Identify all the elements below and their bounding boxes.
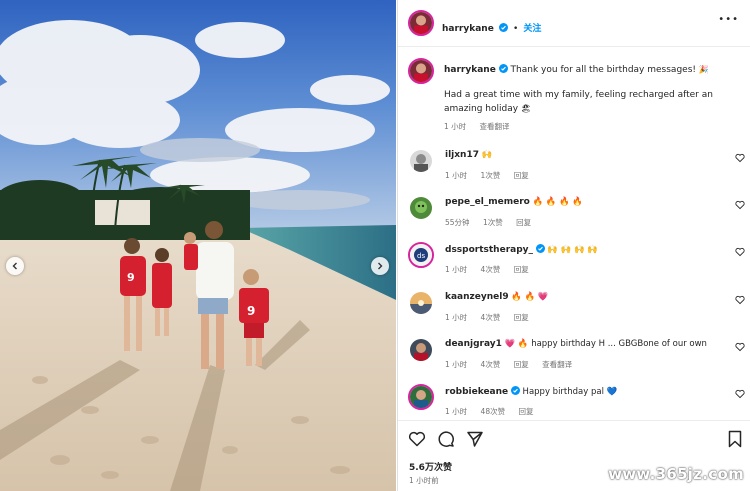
heart-icon <box>408 431 426 447</box>
commenter-avatar[interactable]: ds <box>408 242 434 268</box>
carousel-prev-button[interactable] <box>6 257 24 275</box>
comment-time: 1 小时 <box>445 407 468 416</box>
beach-family-photo: 9 9 <box>0 0 396 491</box>
chevron-left-icon <box>12 262 17 270</box>
comment-text: 🔥 🔥 💗 <box>511 292 549 302</box>
commenter-avatar[interactable] <box>410 339 432 361</box>
author-username[interactable]: harrykane <box>442 24 494 34</box>
post-details-panel: harrykane • 关注 ••• harrykane Thank you f… <box>397 0 750 491</box>
comment-time: 1 小时 <box>445 265 468 274</box>
comment-text: 🙌 <box>481 150 493 160</box>
comment-likes[interactable]: 4次赞 <box>481 265 501 274</box>
comment-heart-icon[interactable] <box>735 389 745 399</box>
commenter-username[interactable]: iljxn17 <box>445 150 479 160</box>
post-photo: 9 9 <box>0 0 396 491</box>
author-avatar[interactable] <box>408 10 434 36</box>
caption-line1: Thank you for all the birthday messages! <box>510 65 696 75</box>
comment-likes[interactable]: 4次赞 <box>481 313 501 322</box>
comment-time: 55分钟 <box>445 218 470 227</box>
comment-reply-button[interactable]: 回复 <box>514 265 529 274</box>
comment-reply-button[interactable]: 回复 <box>514 360 529 369</box>
commenter-avatar[interactable] <box>410 197 432 219</box>
comment-text: 🔥 🔥 🔥 🔥 <box>532 197 584 207</box>
svg-text:ds: ds <box>417 252 425 260</box>
commenter-username[interactable]: pepe_el_memero <box>445 197 530 207</box>
comment-heart-icon[interactable] <box>735 247 745 257</box>
post-header: harrykane • 关注 ••• <box>398 0 750 47</box>
comment-reply-button[interactable]: 回复 <box>516 218 531 227</box>
share-icon <box>467 431 483 447</box>
comment-icon <box>438 431 454 447</box>
comment-likes[interactable]: 48次赞 <box>481 407 506 416</box>
comment-heart-icon[interactable] <box>735 295 745 305</box>
post-time: 1 小时前 <box>409 476 439 485</box>
caption-line2: Had a great time with my family, feeling… <box>444 90 713 114</box>
commenter-username[interactable]: kaanzeynel9 <box>445 292 509 302</box>
verified-badge-icon <box>535 244 545 253</box>
comment-time: 1 小时 <box>445 171 468 180</box>
comment-item: pepe_el_memero 🔥 🔥 🔥 🔥 55分钟 1次赞 回复 <box>398 197 750 237</box>
comment-time: 1 小时 <box>445 360 468 369</box>
comment-likes[interactable]: 1次赞 <box>481 171 501 180</box>
comment-text: 💗 🔥 happy birthday H ... GBGBone of our … <box>504 339 707 349</box>
comment-button[interactable] <box>437 430 455 448</box>
comment-item: robbiekeane Happy birthday pal 💙 1 小时 48… <box>398 384 750 420</box>
like-button[interactable] <box>408 430 426 448</box>
comment-item: iljxn17 🙌 1 小时 1次赞 回复 <box>398 150 750 190</box>
comment-text: Happy birthday pal 💙 <box>522 387 618 397</box>
commenter-avatar[interactable] <box>410 150 432 172</box>
party-emoji: 🎉 <box>698 65 709 74</box>
comment-likes[interactable]: 4次赞 <box>481 360 501 369</box>
comment-item: ds dssportstherapy_ 🙌 🙌 🙌 🙌 1 小时 4次赞 回复 <box>398 242 750 284</box>
likes-count[interactable]: 5.6万次赞 <box>409 460 452 473</box>
comment-heart-icon[interactable] <box>735 342 745 352</box>
comment-reply-button[interactable]: 回复 <box>514 313 529 322</box>
save-button[interactable] <box>727 430 743 448</box>
commenter-avatar[interactable] <box>408 384 434 410</box>
svg-text:9: 9 <box>247 304 255 318</box>
svg-text:9: 9 <box>127 271 135 284</box>
caption-username[interactable]: harrykane <box>444 65 496 75</box>
commenter-username[interactable]: dssportstherapy_ <box>445 245 533 255</box>
follow-button[interactable]: 关注 <box>523 24 541 34</box>
comment-reply-button[interactable]: 回复 <box>518 407 533 416</box>
chevron-right-icon <box>378 262 383 270</box>
commenter-username[interactable]: deanjgray1 <box>445 339 502 349</box>
beach-emoji: 🏖 <box>520 104 532 113</box>
comment-item: deanjgray1 💗 🔥 happy birthday H ... GBGB… <box>398 339 750 379</box>
caption-avatar[interactable] <box>408 58 434 84</box>
comment-heart-icon[interactable] <box>735 153 745 163</box>
more-icon[interactable]: ••• <box>718 14 739 25</box>
share-button[interactable] <box>466 430 484 448</box>
carousel-next-button[interactable] <box>371 257 389 275</box>
bookmark-icon <box>728 430 742 448</box>
verified-badge-icon <box>498 23 508 32</box>
comment-likes[interactable]: 1次赞 <box>483 218 503 227</box>
commenter-avatar[interactable] <box>410 292 432 314</box>
comment-translate-link[interactable]: 查看翻译 <box>542 360 572 369</box>
commenter-username[interactable]: robbiekeane <box>445 387 508 397</box>
site-watermark: www.365jz.com <box>608 465 744 483</box>
comment-reply-button[interactable]: 回复 <box>514 171 529 180</box>
caption-time: 1 小时 <box>444 122 467 131</box>
verified-badge-icon <box>498 64 508 73</box>
comment-item: kaanzeynel9 🔥 🔥 💗 1 小时 4次赞 回复 <box>398 292 750 332</box>
verified-badge-icon <box>510 386 520 395</box>
caption: harrykane Thank you for all the birthday… <box>398 58 750 138</box>
caption-translate-link[interactable]: 查看翻译 <box>480 122 510 131</box>
comment-heart-icon[interactable] <box>735 200 745 210</box>
comment-time: 1 小时 <box>445 313 468 322</box>
comment-text: 🙌 🙌 🙌 🙌 <box>547 245 598 255</box>
